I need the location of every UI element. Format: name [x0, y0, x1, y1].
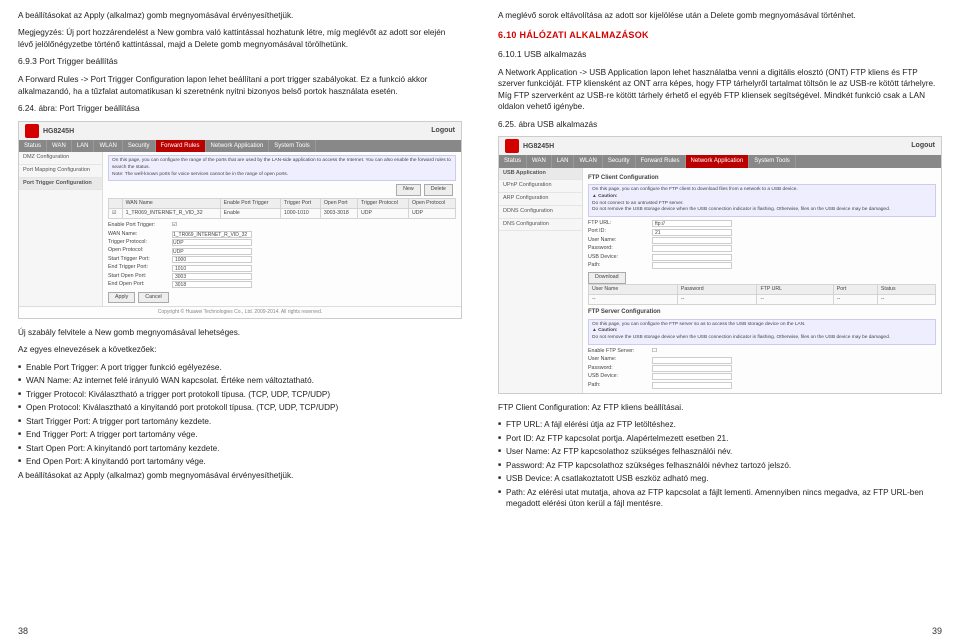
paragraph: A beállításokat az Apply (alkalmaz) gomb… — [18, 470, 462, 481]
sidebar-item-dns[interactable]: DNS Configuration — [499, 219, 582, 232]
router-title: HG8245H — [523, 143, 554, 150]
server-path-input[interactable] — [652, 382, 732, 389]
server-usb-device-select[interactable] — [652, 373, 732, 380]
sidebar-item-upnp[interactable]: UPnP Configuration — [499, 180, 582, 193]
port-id-input[interactable]: 21 — [652, 229, 732, 236]
huawei-logo-icon — [505, 139, 519, 153]
paragraph: A meglévő sorok eltávolítása az adott so… — [498, 10, 942, 21]
paragraph: Megjegyzés: Új port hozzárendelést a New… — [18, 27, 462, 50]
tab-security[interactable]: Security — [603, 155, 636, 167]
router-title: HG8245H — [43, 128, 74, 135]
page-number: 38 — [18, 625, 28, 638]
right-page: A meglévő sorok eltávolítása az adott so… — [480, 0, 960, 642]
download-button[interactable]: Download — [588, 272, 626, 283]
router-tabs: Status WAN LAN WLAN Security Forward Rul… — [19, 140, 461, 152]
tab-wan[interactable]: WAN — [527, 155, 552, 167]
subheading-6-10-1: 6.10.1 USB alkalmazás — [498, 49, 942, 61]
router-screenshot-port-trigger: HG8245H Logout Status WAN LAN WLAN Secur… — [18, 121, 462, 319]
start-open-port-input[interactable]: 3003 — [172, 273, 252, 280]
logout-link[interactable]: Logout — [911, 141, 935, 151]
figure-caption: 6.24. ábra: Port Trigger beállítása — [18, 103, 462, 114]
subheading-6-9-3: 6.9.3 Port Trigger beállítás — [18, 56, 462, 68]
tab-status[interactable]: Status — [19, 140, 47, 152]
bullet-list: FTP URL: A fájl elérési útja az FTP letö… — [498, 419, 942, 509]
paragraph: A beállításokat az Apply (alkalmaz) gomb… — [18, 10, 462, 21]
router-sidebar: DMZ Configuration Port Mapping Configura… — [19, 152, 103, 306]
server-password-input[interactable] — [652, 365, 732, 372]
enable-checkbox[interactable]: ☑ — [172, 222, 177, 229]
tab-forward-rules[interactable]: Forward Rules — [156, 140, 206, 152]
page-number: 39 — [932, 625, 942, 638]
tab-forward-rules[interactable]: Forward Rules — [636, 155, 686, 167]
sidebar-item-usb[interactable]: USB Application — [499, 168, 582, 181]
paragraph: A Forward Rules -> Port Trigger Configur… — [18, 74, 462, 97]
router-screenshot-usb: HG8245H Logout Status WAN LAN WLAN Secur… — [498, 136, 942, 394]
port-trigger-table: WAN NameEnable Port TriggerTrigger PortO… — [108, 198, 456, 220]
ftp-status-table: User NamePasswordFTP URLPortStatus -----… — [588, 284, 936, 306]
tab-system-tools[interactable]: System Tools — [269, 140, 316, 152]
start-trigger-port-input[interactable]: 1000 — [172, 256, 252, 263]
logout-link[interactable]: Logout — [431, 126, 455, 136]
table-row[interactable]: ☑1_TR069_INTERNET_R_VID_32Enable1000-101… — [109, 208, 456, 218]
ftp-server-heading: FTP Server Configuration — [588, 308, 936, 316]
server-username-input[interactable] — [652, 357, 732, 364]
hint-text: On this page, you can configure the rang… — [108, 155, 456, 181]
router-tabs: Status WAN LAN WLAN Security Forward Rul… — [499, 155, 941, 167]
paragraph: Az egyes elnevezések a következőek: — [18, 344, 462, 355]
sidebar-item-dmz[interactable]: DMZ Configuration — [19, 152, 102, 165]
bullet-list: Enable Port Trigger: A port trigger funk… — [18, 362, 462, 468]
sidebar-item-arp[interactable]: ARP Configuration — [499, 193, 582, 206]
sidebar-item-ddns[interactable]: DDNS Configuration — [499, 206, 582, 219]
delete-button[interactable]: Delete — [424, 184, 453, 195]
tab-wan[interactable]: WAN — [47, 140, 72, 152]
end-trigger-port-input[interactable]: 1010 — [172, 265, 252, 272]
sidebar-item-port-trigger[interactable]: Port Trigger Configuration — [19, 178, 102, 191]
tab-lan[interactable]: LAN — [552, 155, 575, 167]
tab-lan[interactable]: LAN — [72, 140, 95, 152]
ftp-url-input[interactable]: ftp:// — [652, 220, 732, 227]
end-open-port-input[interactable]: 3018 — [172, 281, 252, 288]
hint-text: On this page, you can configure the FTP … — [588, 319, 936, 345]
tab-network-application[interactable]: Network Application — [686, 155, 750, 167]
tab-system-tools[interactable]: System Tools — [749, 155, 796, 167]
username-input[interactable] — [652, 237, 732, 244]
tab-security[interactable]: Security — [123, 140, 156, 152]
open-protocol-select[interactable]: UDP — [172, 248, 252, 255]
usb-device-select[interactable] — [652, 254, 732, 261]
table-row: ---------- — [589, 295, 936, 305]
paragraph: Új szabály felvitele a New gomb megnyomá… — [18, 327, 462, 338]
enable-ftp-server-checkbox[interactable]: ☐ — [652, 348, 657, 355]
router-sidebar: USB Application UPnP Configuration ARP C… — [499, 168, 583, 393]
tab-wlan[interactable]: WLAN — [574, 155, 602, 167]
new-button[interactable]: New — [396, 184, 421, 195]
huawei-logo-icon — [25, 124, 39, 138]
ftp-client-heading: FTP Client Configuration — [588, 174, 936, 182]
tab-wlan[interactable]: WLAN — [94, 140, 122, 152]
wan-name-select[interactable]: 1_TR069_INTERNET_R_VID_32 — [172, 231, 252, 238]
section-heading-6-10: 6.10 HÁLÓZATI ALKALMAZÁSOK — [498, 29, 942, 42]
trigger-protocol-select[interactable]: UDP — [172, 239, 252, 246]
paragraph: A Network Application -> USB Application… — [498, 67, 942, 113]
hint-text: On this page, you can configure the FTP … — [588, 184, 936, 217]
tab-status[interactable]: Status — [499, 155, 527, 167]
cancel-button[interactable]: Cancel — [138, 292, 169, 303]
sidebar-item-port-mapping[interactable]: Port Mapping Configuration — [19, 165, 102, 178]
figure-caption: 6.25. ábra USB alkalmazás — [498, 119, 942, 130]
apply-button[interactable]: Apply — [108, 292, 135, 303]
left-page: A beállításokat az Apply (alkalmaz) gomb… — [0, 0, 480, 642]
copyright-text: Copyright © Huawei Technologies Co., Ltd… — [19, 306, 461, 318]
password-input[interactable] — [652, 245, 732, 252]
tab-network-application[interactable]: Network Application — [206, 140, 270, 152]
paragraph: FTP Client Configuration: Az FTP kliens … — [498, 402, 942, 413]
path-input[interactable] — [652, 262, 732, 269]
